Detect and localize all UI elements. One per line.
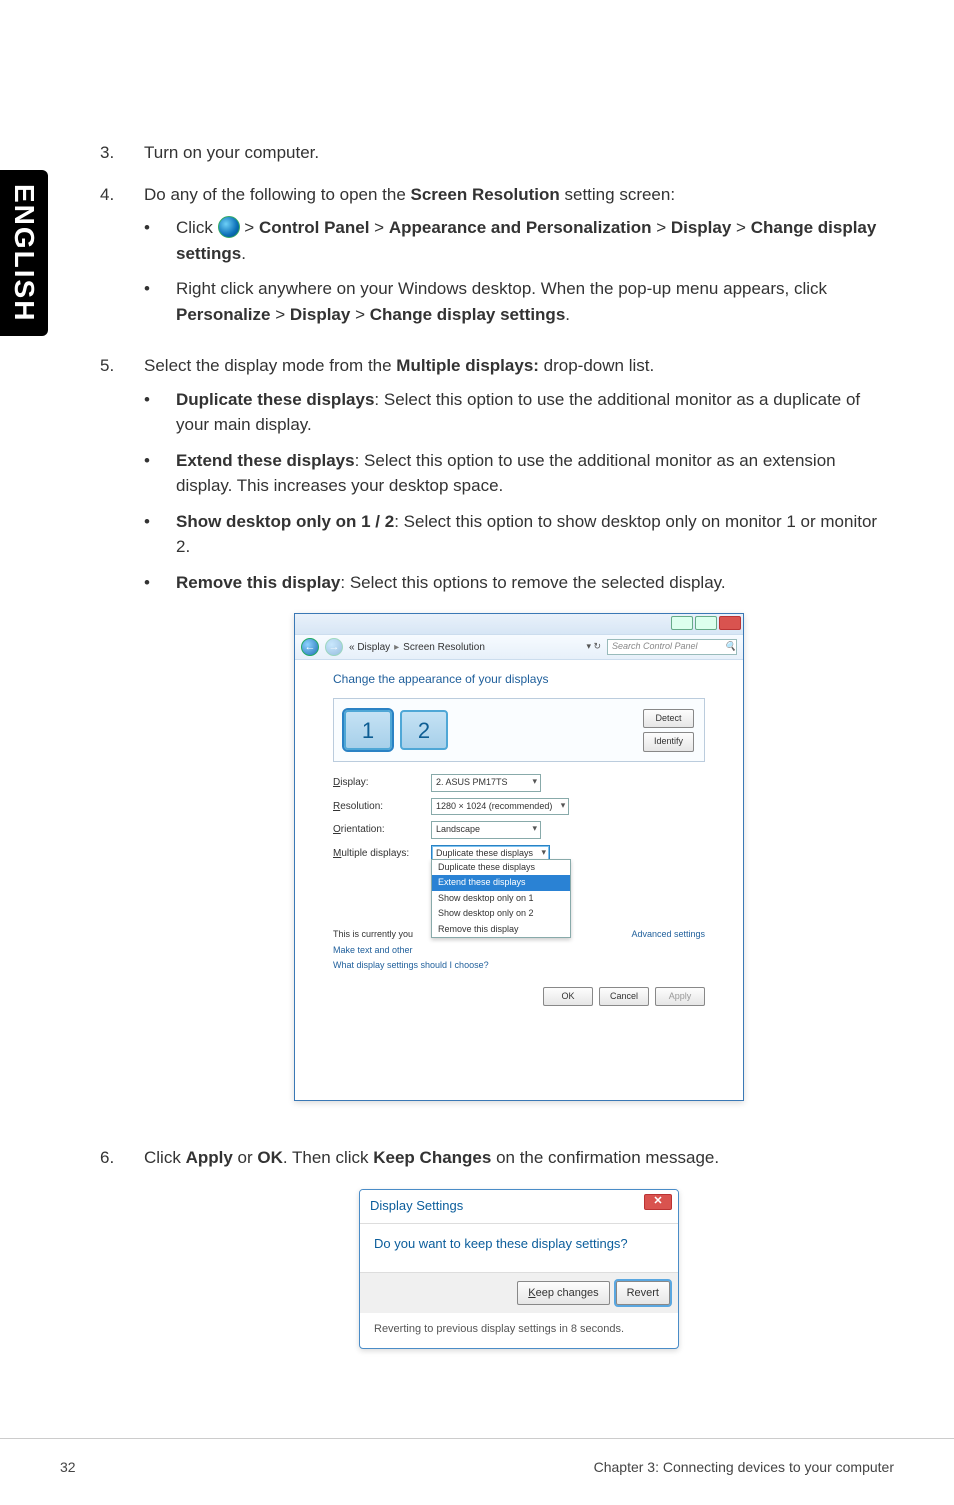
step-text: Click Apply or OK. Then click Keep Chang… — [144, 1145, 894, 1171]
identify-button[interactable]: Identify — [643, 732, 694, 752]
step-text: Turn on your computer. — [144, 140, 894, 166]
opt-showonly: • Show desktop only on 1 / 2: Select thi… — [144, 509, 894, 560]
step-3: 3. Turn on your computer. — [100, 140, 894, 166]
monitor-1[interactable]: 1 — [344, 710, 392, 750]
dropdown-option[interactable]: Remove this display — [432, 922, 570, 938]
opt-remove: • Remove this display: Select this optio… — [144, 570, 894, 596]
start-orb-icon — [218, 216, 240, 238]
bullet-icon: • — [144, 448, 176, 499]
side-tab: ENGLISH — [0, 0, 60, 1438]
step-4-bullet-2: • Right click anywhere on your Windows d… — [144, 276, 894, 327]
advanced-settings-link[interactable]: Advanced settings — [631, 928, 705, 942]
panel-heading: Change the appearance of your displays — [333, 670, 705, 688]
display-settings-dialog: Display Settings ✕ Do you want to keep t… — [359, 1189, 679, 1349]
text-size-link[interactable]: Make text and other — [333, 944, 413, 958]
bullet-icon: • — [144, 387, 176, 438]
bullet-icon: • — [144, 215, 176, 266]
close-button[interactable] — [719, 616, 741, 630]
keep-changes-button[interactable]: Keep changes — [517, 1281, 609, 1306]
multiple-displays-dropdown[interactable]: Duplicate these displays Extend these di… — [431, 859, 571, 939]
language-tab: ENGLISH — [0, 170, 48, 336]
search-icon: 🔍 — [725, 640, 736, 654]
dialog-title: Display Settings ✕ — [360, 1190, 678, 1225]
bullet-icon: • — [144, 276, 176, 327]
nav-forward-button[interactable]: → — [325, 638, 343, 656]
chapter-title: Chapter 3: Connecting devices to your co… — [594, 1459, 894, 1475]
step-number: 5. — [100, 353, 144, 1129]
close-button[interactable]: ✕ — [644, 1194, 672, 1210]
page-footer: 32 Chapter 3: Connecting devices to your… — [0, 1438, 954, 1505]
display-select[interactable]: 2. ASUS PM17TS — [431, 774, 541, 792]
bullet-icon: • — [144, 570, 176, 596]
breadcrumb[interactable]: « Display▸Screen Resolution — [349, 640, 485, 655]
orientation-select[interactable]: Landscape — [431, 821, 541, 839]
step-intro: Do any of the following to open the Scre… — [144, 182, 894, 208]
display-arrangement[interactable]: 1 2 Detect Identify — [333, 698, 705, 762]
apply-button[interactable]: Apply — [655, 987, 705, 1007]
window-titlebar — [295, 614, 743, 634]
dropdown-option[interactable]: Show desktop only on 2 — [432, 906, 570, 922]
cancel-button[interactable]: Cancel — [599, 987, 649, 1007]
step-intro: Select the display mode from the Multipl… — [144, 353, 894, 379]
step-number: 4. — [100, 182, 144, 338]
bullet-icon: • — [144, 509, 176, 560]
minimize-button[interactable] — [671, 616, 693, 630]
dropdown-option[interactable]: Show desktop only on 1 — [432, 891, 570, 907]
step-number: 6. — [100, 1145, 144, 1377]
display-label: Display: — [333, 775, 421, 790]
orientation-label: Orientation: — [333, 822, 421, 837]
opt-extend: • Extend these displays: Select this opt… — [144, 448, 894, 499]
search-input[interactable]: Search Control Panel 🔍 — [607, 639, 737, 655]
page-content: 3. Turn on your computer. 4. Do any of t… — [60, 0, 954, 1438]
monitor-2[interactable]: 2 — [400, 710, 448, 750]
which-settings-link[interactable]: What display settings should I choose? — [333, 959, 489, 973]
main-display-note: This is currently you — [333, 928, 413, 942]
refresh-icon[interactable]: ▾ ↻ — [586, 640, 601, 654]
dropdown-option[interactable]: Extend these displays — [432, 875, 570, 891]
maximize-button[interactable] — [695, 616, 717, 630]
step-5: 5. Select the display mode from the Mult… — [100, 353, 894, 1129]
page-number: 32 — [60, 1459, 76, 1475]
dropdown-option[interactable]: Duplicate these displays — [432, 860, 570, 876]
ok-button[interactable]: OK — [543, 987, 593, 1007]
dialog-question: Do you want to keep these display settin… — [360, 1224, 678, 1272]
step-4-bullet-1: • Click > Control Panel > Appearance and… — [144, 215, 894, 266]
opt-duplicate: • Duplicate these displays: Select this … — [144, 387, 894, 438]
nav-bar: ← → « Display▸Screen Resolution ▾ ↻ Sear… — [295, 634, 743, 660]
nav-back-button[interactable]: ← — [301, 638, 319, 656]
detect-button[interactable]: Detect — [643, 709, 694, 729]
step-4: 4. Do any of the following to open the S… — [100, 182, 894, 338]
revert-button[interactable]: Revert — [616, 1281, 670, 1306]
resolution-select[interactable]: 1280 × 1024 (recommended) — [431, 798, 569, 816]
step-number: 3. — [100, 140, 144, 166]
countdown-text: Reverting to previous display settings i… — [360, 1313, 678, 1348]
screen-resolution-window: ← → « Display▸Screen Resolution ▾ ↻ Sear… — [294, 613, 744, 1101]
multiple-displays-label: Multiple displays: — [333, 846, 421, 861]
step-6: 6. Click Apply or OK. Then click Keep Ch… — [100, 1145, 894, 1377]
resolution-label: Resolution: — [333, 799, 421, 814]
